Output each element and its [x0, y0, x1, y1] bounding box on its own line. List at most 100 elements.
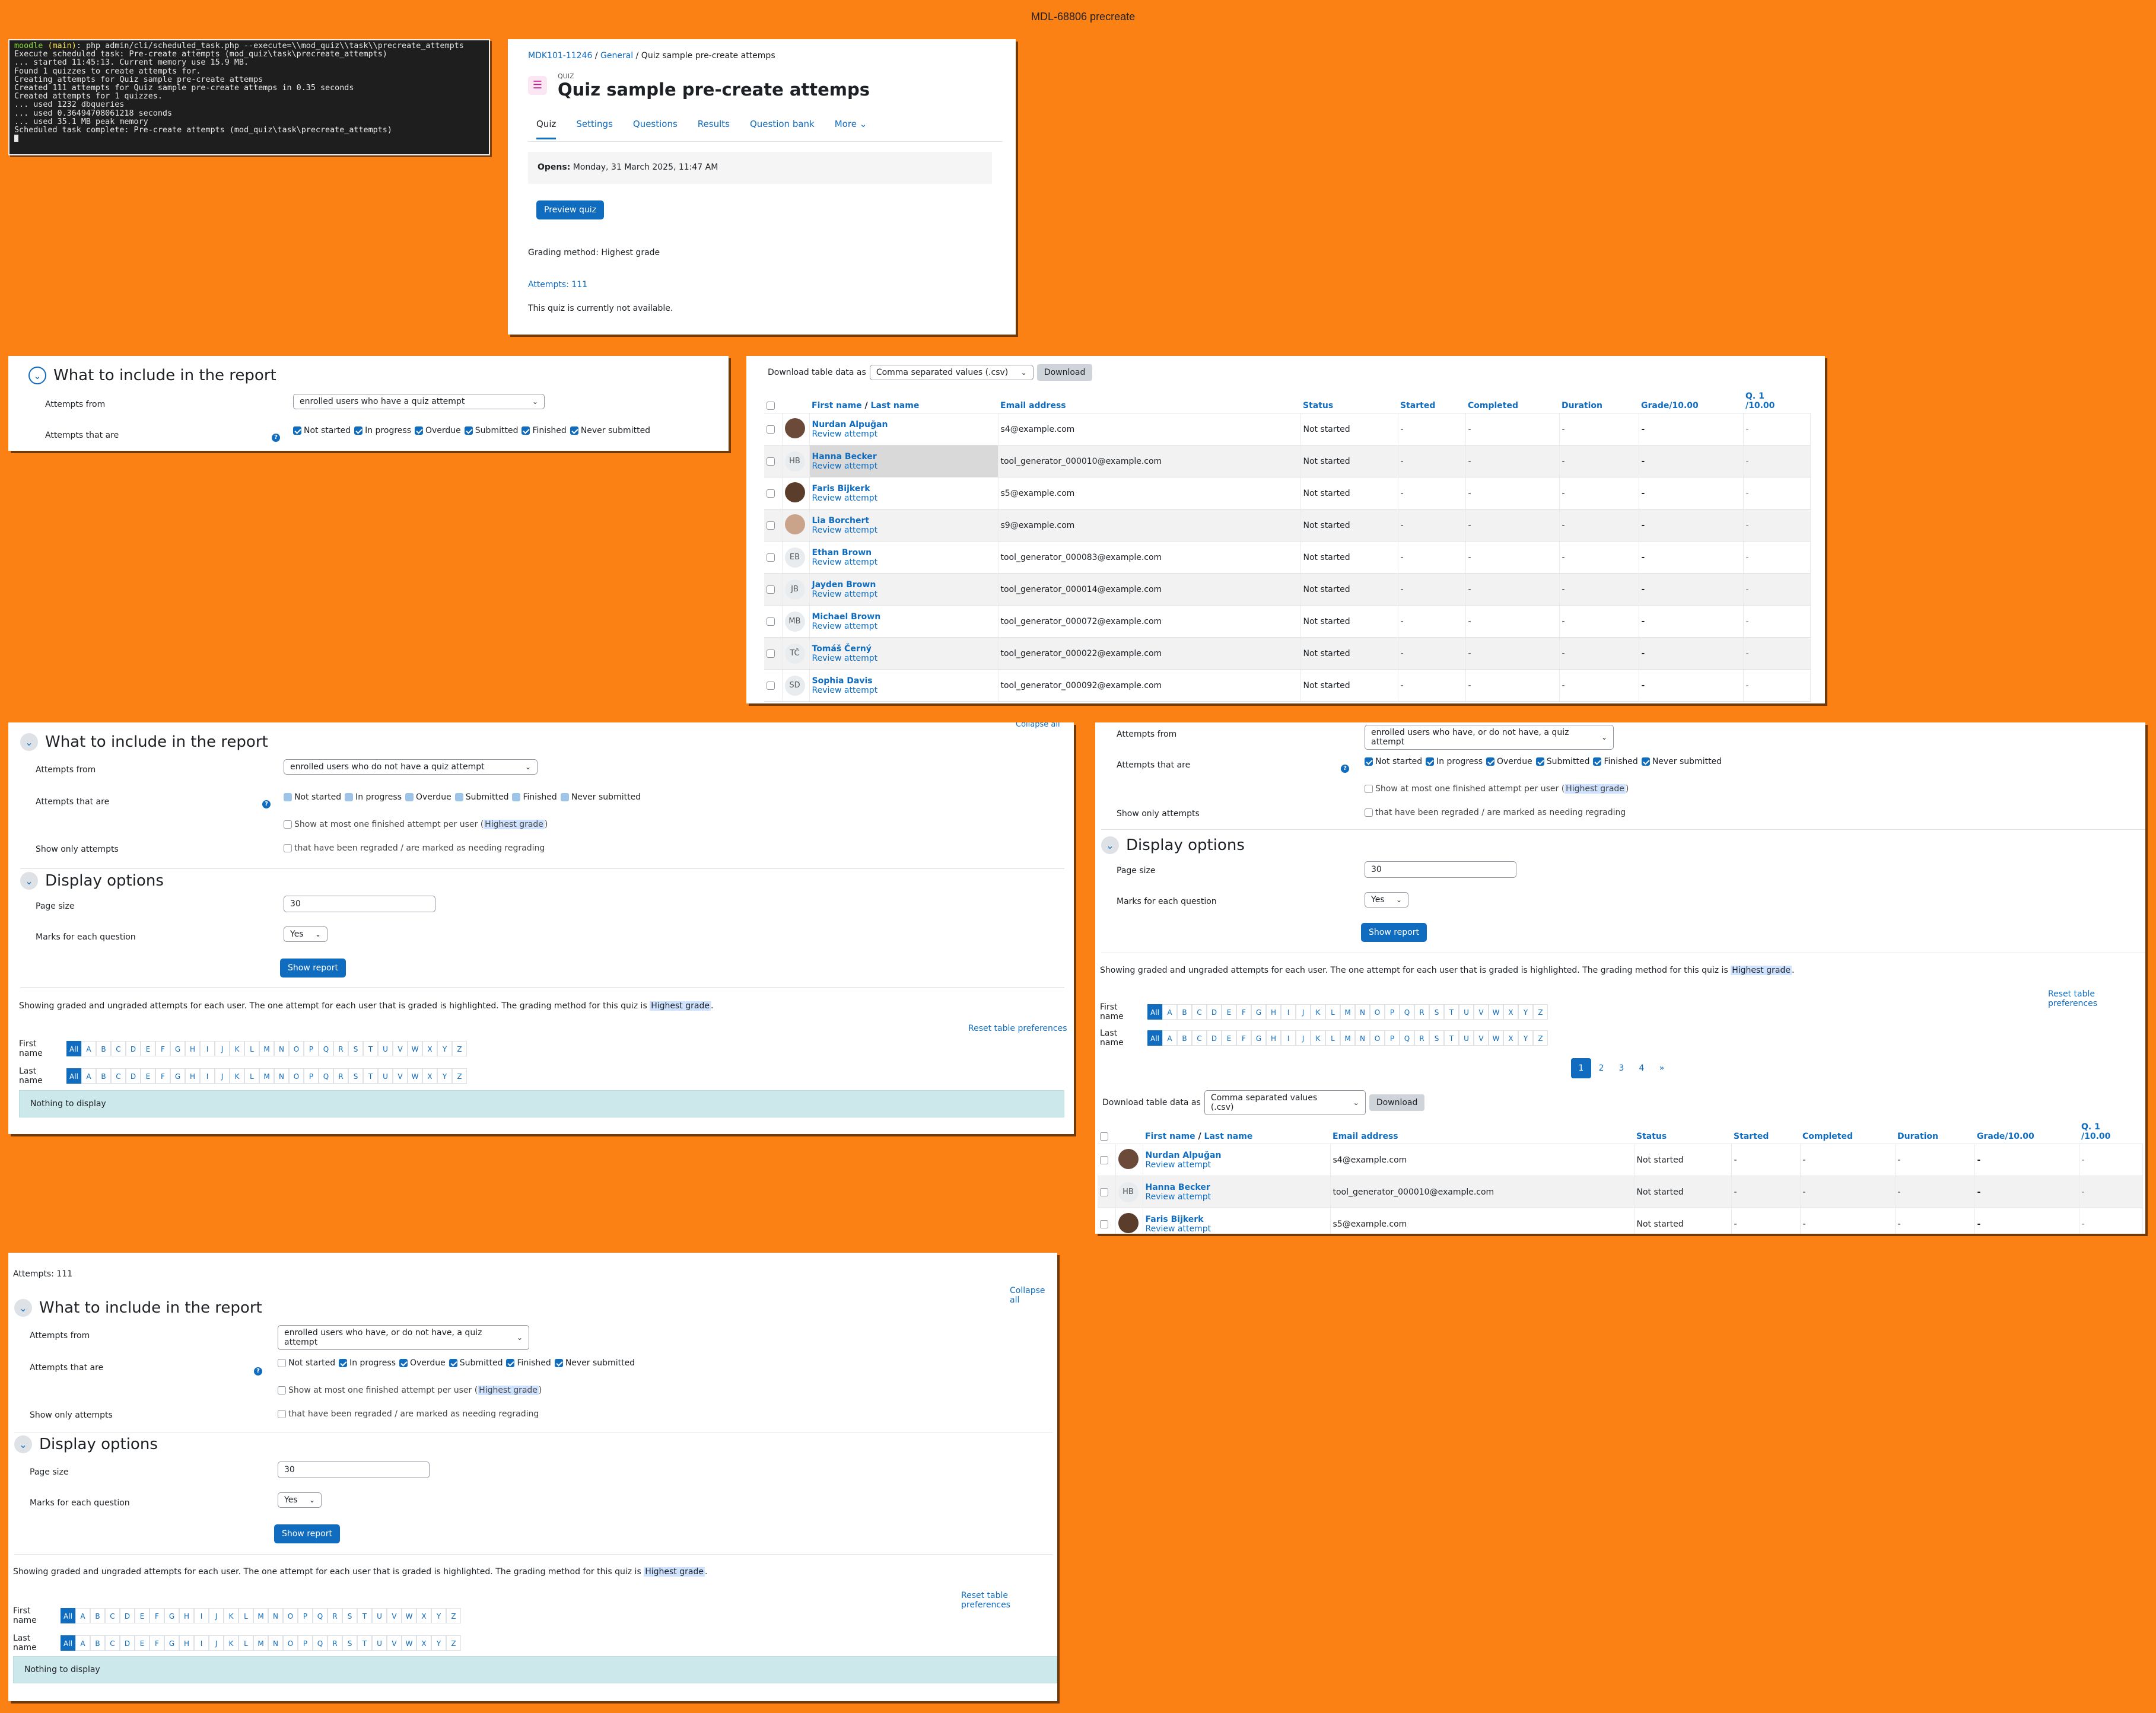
- first-name-letter-y[interactable]: Y: [437, 1041, 452, 1056]
- first-name-letter-all[interactable]: All: [1147, 1004, 1162, 1020]
- first-name-letter-k[interactable]: K: [230, 1041, 244, 1056]
- first-name-letter-i[interactable]: I: [1281, 1004, 1296, 1020]
- last-name-letter-r[interactable]: R: [333, 1068, 348, 1084]
- last-name-letter-all[interactable]: All: [61, 1635, 75, 1651]
- marks-select[interactable]: Yes ⌄: [284, 926, 327, 942]
- last-name-letter-all[interactable]: All: [66, 1068, 81, 1084]
- last-name-letter-l[interactable]: L: [239, 1635, 253, 1651]
- first-name-letter-e[interactable]: E: [141, 1041, 155, 1056]
- regraded-checkbox[interactable]: [284, 844, 292, 852]
- header-q1[interactable]: Q. 1/10.00: [1743, 389, 1811, 413]
- first-name-letter-r[interactable]: R: [1414, 1004, 1429, 1020]
- last-name-letter-x[interactable]: X: [416, 1635, 431, 1651]
- first-name-letter-e[interactable]: E: [1222, 1004, 1236, 1020]
- header-started[interactable]: Started: [1398, 389, 1465, 413]
- last-name-letter-l[interactable]: L: [244, 1068, 259, 1084]
- last-name-letter-v[interactable]: V: [393, 1068, 408, 1084]
- first-name-letter-l[interactable]: L: [1325, 1004, 1340, 1020]
- last-name-letter-g[interactable]: G: [170, 1068, 185, 1084]
- checkbox-submitted[interactable]: [1535, 757, 1544, 766]
- checkbox-overdue[interactable]: [414, 426, 423, 435]
- header-completed[interactable]: Completed: [1800, 1120, 1895, 1144]
- row-checkbox[interactable]: [1100, 1187, 1108, 1196]
- last-name-letter-u[interactable]: U: [378, 1068, 393, 1084]
- last-name-letter-j[interactable]: J: [209, 1635, 224, 1651]
- preview-quiz-button[interactable]: Preview quiz: [536, 200, 604, 219]
- help-icon[interactable]: ?: [272, 434, 280, 442]
- user-name-link[interactable]: Hanna Becker: [812, 452, 996, 461]
- last-name-letter-q[interactable]: Q: [319, 1068, 333, 1084]
- last-name-letter-m[interactable]: M: [259, 1068, 274, 1084]
- checkbox-overdue[interactable]: [399, 1359, 408, 1367]
- first-name-letter-p[interactable]: P: [298, 1608, 313, 1623]
- first-name-letter-o[interactable]: O: [283, 1608, 298, 1623]
- page-size-input[interactable]: 30: [278, 1462, 430, 1478]
- regraded-checkbox[interactable]: [278, 1410, 286, 1418]
- last-name-letter-x[interactable]: X: [422, 1068, 437, 1084]
- last-name-letter-w[interactable]: W: [402, 1635, 416, 1651]
- checkbox-never-submitted[interactable]: [1641, 757, 1650, 766]
- review-attempt-link[interactable]: Review attempt: [1146, 1224, 1328, 1234]
- last-name-letter-n[interactable]: N: [1355, 1030, 1370, 1046]
- collapse-all-link[interactable]: Collapse all: [1016, 722, 1060, 729]
- first-name-letter-x[interactable]: X: [422, 1041, 437, 1056]
- reset-table-preferences-link[interactable]: Reset table preferences: [961, 1591, 1057, 1610]
- first-name-letter-p[interactable]: P: [304, 1041, 319, 1056]
- header-first-name[interactable]: First name: [812, 401, 862, 410]
- last-name-letter-z[interactable]: Z: [1533, 1030, 1548, 1046]
- help-icon[interactable]: ?: [262, 800, 271, 808]
- review-attempt-link[interactable]: Review attempt: [812, 622, 996, 631]
- first-name-letter-s[interactable]: S: [1429, 1004, 1444, 1020]
- last-name-letter-q[interactable]: Q: [313, 1635, 327, 1651]
- user-name-link[interactable]: Nurdan Alpuğan: [812, 420, 996, 429]
- first-name-letter-q[interactable]: Q: [1400, 1004, 1414, 1020]
- user-name-link[interactable]: Hanna Becker: [1146, 1183, 1328, 1192]
- regraded-checkbox[interactable]: [1365, 808, 1373, 817]
- first-name-letter-w[interactable]: W: [402, 1608, 416, 1623]
- download-button[interactable]: Download: [1369, 1094, 1425, 1111]
- first-name-letter-g[interactable]: G: [164, 1608, 179, 1623]
- collapse-icon[interactable]: ⌄: [14, 1435, 32, 1453]
- collapse-all-link[interactable]: Collapse all: [1010, 1286, 1057, 1305]
- last-name-letter-w[interactable]: W: [1489, 1030, 1503, 1046]
- first-name-letter-r[interactable]: R: [327, 1608, 342, 1623]
- help-icon[interactable]: ?: [1341, 765, 1349, 773]
- review-attempt-link[interactable]: Review attempt: [812, 461, 996, 471]
- first-name-letter-c[interactable]: C: [105, 1608, 120, 1623]
- user-name-link[interactable]: Nurdan Alpuğan: [1146, 1151, 1328, 1160]
- header-first-name[interactable]: First name: [1145, 1132, 1195, 1141]
- first-name-letter-y[interactable]: Y: [431, 1608, 446, 1623]
- last-name-letter-v[interactable]: V: [387, 1635, 402, 1651]
- row-checkbox[interactable]: [767, 681, 775, 690]
- header-status[interactable]: Status: [1634, 1120, 1731, 1144]
- first-name-letter-l[interactable]: L: [244, 1041, 259, 1056]
- one-finished-checkbox[interactable]: [1365, 785, 1373, 793]
- last-name-letter-t[interactable]: T: [363, 1068, 378, 1084]
- first-name-letter-b[interactable]: B: [90, 1608, 105, 1623]
- header-last-name[interactable]: Last name: [871, 401, 920, 410]
- last-name-letter-e[interactable]: E: [141, 1068, 155, 1084]
- collapse-icon[interactable]: ⌄: [14, 1299, 32, 1317]
- tab-quiz[interactable]: Quiz: [536, 119, 557, 139]
- download-format-select[interactable]: Comma separated values (.csv) ⌄: [869, 365, 1034, 380]
- checkbox-not-started[interactable]: [293, 426, 301, 435]
- last-name-letter-y[interactable]: Y: [431, 1635, 446, 1651]
- first-name-letter-n[interactable]: N: [274, 1041, 289, 1056]
- attempts-from-select[interactable]: enrolled users who do not have a quiz at…: [284, 759, 538, 775]
- checkbox-not-started[interactable]: [278, 1359, 286, 1367]
- first-name-letter-x[interactable]: X: [416, 1608, 431, 1623]
- pagination-page[interactable]: 2: [1591, 1058, 1611, 1078]
- first-name-letter-w[interactable]: W: [1489, 1004, 1503, 1020]
- last-name-letter-a[interactable]: A: [81, 1068, 96, 1084]
- first-name-letter-j[interactable]: J: [209, 1608, 224, 1623]
- show-report-button[interactable]: Show report: [280, 959, 346, 978]
- last-name-letter-b[interactable]: B: [90, 1635, 105, 1651]
- user-name-link[interactable]: Michael Brown: [812, 612, 996, 622]
- last-name-letter-j[interactable]: J: [215, 1068, 230, 1084]
- first-name-letter-v[interactable]: V: [1474, 1004, 1489, 1020]
- first-name-letter-o[interactable]: O: [1370, 1004, 1385, 1020]
- collapse-icon[interactable]: ⌄: [1101, 836, 1119, 854]
- last-name-letter-g[interactable]: G: [1251, 1030, 1266, 1046]
- user-name-link[interactable]: Lia Borchert: [812, 516, 996, 526]
- last-name-letter-c[interactable]: C: [111, 1068, 126, 1084]
